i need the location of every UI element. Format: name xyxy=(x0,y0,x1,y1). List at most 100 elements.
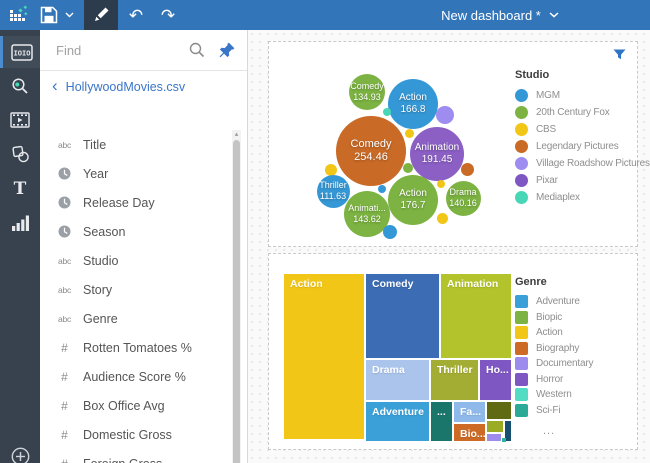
save-button[interactable] xyxy=(36,0,62,30)
treemap-cell[interactable] xyxy=(487,421,503,432)
field-label: Year xyxy=(83,167,108,181)
legend-item-documentary[interactable]: Documentary xyxy=(515,356,645,372)
field-label: Audience Score % xyxy=(83,370,186,384)
app-logo-icon[interactable] xyxy=(2,0,36,30)
field-item-domestic-gross[interactable]: #Domestic Gross xyxy=(40,420,232,449)
panel-scrollbar[interactable]: ▴ xyxy=(232,130,241,463)
sidebar-item-media[interactable] xyxy=(0,104,40,136)
bubble-dot[interactable] xyxy=(437,180,445,188)
treemap-cell-thriller[interactable]: Thriller xyxy=(431,360,478,400)
sidebar-item-text[interactable]: T xyxy=(0,172,40,204)
field-list: abcTitleYearRelease DaySeasonabcStudioab… xyxy=(40,130,232,463)
legend-item-legendary-pictures[interactable]: Legendary Pictures xyxy=(515,138,645,155)
legend-item-biopic[interactable]: Biopic xyxy=(515,310,645,326)
plus-circle-icon xyxy=(11,447,30,463)
treemap-cell-comedy[interactable]: Comedy xyxy=(366,274,439,358)
legend-item-village-roadshow-pictures[interactable]: Village Roadshow Pictures xyxy=(515,155,645,172)
svg-text:T: T xyxy=(14,179,27,197)
bubble-dot[interactable] xyxy=(403,163,413,173)
legend-item-20th-century-fox[interactable]: 20th Century Fox xyxy=(515,104,645,121)
legend-item-pixar[interactable]: Pixar xyxy=(515,172,645,189)
sidebar-item-visualization[interactable] xyxy=(0,206,40,238)
legend-swatch xyxy=(515,295,528,308)
legend-item-mgm[interactable]: MGM xyxy=(515,87,645,104)
legend-item-western[interactable]: Western xyxy=(515,387,645,403)
legend-item-biography[interactable]: Biography xyxy=(515,341,645,357)
treemap-cell-item[interactable]: ... xyxy=(431,402,452,441)
treemap-cell-action[interactable]: Action xyxy=(284,274,364,439)
field-item-box-office-avg[interactable]: #Box Office Avg xyxy=(40,391,232,420)
text-icon: T xyxy=(12,179,28,197)
field-item-genre[interactable]: abcGenre xyxy=(40,304,232,333)
edit-pencil-button[interactable] xyxy=(84,0,118,30)
legend-label: Action xyxy=(536,327,563,338)
bubble-dot[interactable] xyxy=(383,225,397,239)
field-item-studio[interactable]: abcStudio xyxy=(40,246,232,275)
legend-item-cbs[interactable]: CBS xyxy=(515,121,645,138)
legend-item-mediaplex[interactable]: Mediaplex xyxy=(515,189,645,206)
bubble-dot[interactable] xyxy=(378,185,386,193)
data-source-breadcrumb[interactable]: ‹ HollywoodMovies.csv xyxy=(40,73,247,100)
bubble-comedy[interactable]: Comedy134.93 xyxy=(349,74,385,110)
bubble-dot[interactable] xyxy=(436,106,454,124)
bubble-dot[interactable] xyxy=(437,213,448,224)
dashboard-title-menu[interactable]: New dashboard * xyxy=(400,0,600,30)
bubble-comedy[interactable]: Comedy254.46 xyxy=(336,116,406,186)
sidebar-item-data-set[interactable]: IOIO xyxy=(0,36,40,68)
bubble-dot[interactable] xyxy=(383,108,391,116)
pin-icon[interactable] xyxy=(219,42,235,58)
field-type-number-icon: # xyxy=(56,399,73,413)
treemap-cell-label: Comedy xyxy=(366,274,439,290)
treemap-cell[interactable] xyxy=(502,438,506,442)
bubble-thriller[interactable]: Thriller111.63 xyxy=(317,175,350,208)
legend-item-adventure[interactable]: Adventure xyxy=(515,294,645,310)
scrollbar-thumb[interactable] xyxy=(233,140,240,463)
legend-label: Documentary xyxy=(536,358,593,369)
legend-label: Pixar xyxy=(536,175,558,186)
explore-search-icon xyxy=(11,77,29,95)
field-item-story[interactable]: abcStory xyxy=(40,275,232,304)
bubble-dot[interactable] xyxy=(405,129,414,138)
floppy-disk-icon xyxy=(40,6,58,24)
find-input[interactable] xyxy=(56,43,175,58)
bubble-action[interactable]: Action166.8 xyxy=(388,79,438,129)
save-menu-chevron-icon[interactable] xyxy=(62,0,76,30)
sidebar-item-explore[interactable] xyxy=(0,70,40,102)
treemap-cell-adventure[interactable]: Adventure xyxy=(366,402,429,441)
search-icon[interactable] xyxy=(189,42,205,58)
field-item-rotten-tomatoes[interactable]: #Rotten Tomatoes % xyxy=(40,333,232,362)
sidebar-item-shapes[interactable] xyxy=(0,138,40,170)
filter-icon[interactable] xyxy=(613,48,629,62)
legend-item-sci-fi[interactable]: Sci-Fi xyxy=(515,403,645,419)
treemap-cell-fa[interactable]: Fa... xyxy=(454,402,485,422)
legend-item-action[interactable]: Action xyxy=(515,325,645,341)
undo-button[interactable]: ↶ xyxy=(122,0,150,30)
treemap-cell-bio[interactable]: Bio... xyxy=(454,424,485,441)
legend-item-horror[interactable]: Horror xyxy=(515,372,645,388)
redo-button[interactable]: ↷ xyxy=(154,0,182,30)
bubble-action[interactable]: Action176.7 xyxy=(388,175,438,225)
legend-more[interactable]: ... xyxy=(515,425,645,437)
bubble-chart-widget[interactable]: Comedy134.93Action166.8Comedy254.46Anima… xyxy=(268,41,638,247)
bubble-animation[interactable]: Animation191.45 xyxy=(410,127,464,181)
treemap-cell-drama[interactable]: Drama xyxy=(366,360,429,400)
field-item-year[interactable]: Year xyxy=(40,159,232,188)
field-item-audience-score[interactable]: #Audience Score % xyxy=(40,362,232,391)
treemap-cell[interactable] xyxy=(487,434,501,441)
treemap-cell[interactable] xyxy=(487,402,511,419)
dashboard-canvas[interactable]: Comedy134.93Action166.8Comedy254.46Anima… xyxy=(248,30,650,463)
field-item-foreign-gross[interactable]: #Foreign Gross xyxy=(40,449,232,463)
treemap-cell-animation[interactable]: Animation xyxy=(441,274,511,358)
scroll-up-icon[interactable]: ▴ xyxy=(232,131,241,139)
bubble-dot[interactable] xyxy=(461,163,474,176)
treemap-widget[interactable]: ActionComedyAnimationDramaThrillerHo...A… xyxy=(268,253,638,450)
field-item-release-day[interactable]: Release Day xyxy=(40,188,232,217)
legend-swatch xyxy=(515,106,528,119)
data-set-icon: IOIO xyxy=(11,44,33,61)
field-item-title[interactable]: abcTitle xyxy=(40,130,232,159)
bubble-drama[interactable]: Drama140.16 xyxy=(446,181,481,216)
legend-label: Biography xyxy=(536,343,579,354)
field-item-season[interactable]: Season xyxy=(40,217,232,246)
treemap-cell-ho[interactable]: Ho... xyxy=(480,360,511,400)
add-tab-button[interactable] xyxy=(0,447,40,463)
